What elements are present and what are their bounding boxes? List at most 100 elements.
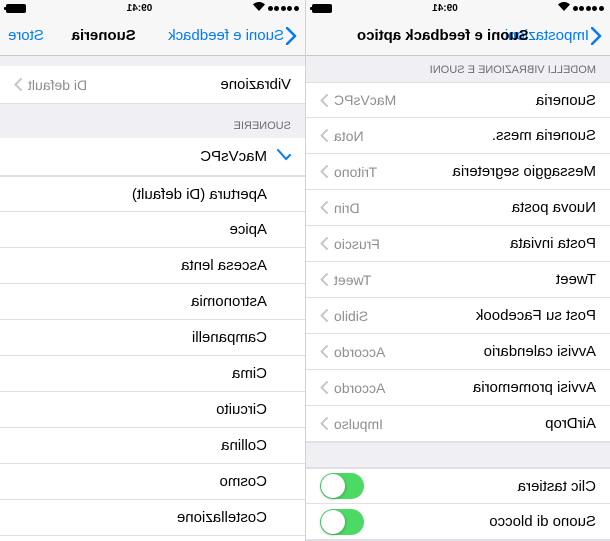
row-value: MacVsPC: [334, 92, 396, 108]
row-value: Accordo: [334, 380, 385, 396]
row-label: Campanelli: [14, 329, 267, 346]
row-label: Apice: [14, 221, 267, 238]
ringtone-row[interactable]: Campanelli: [0, 320, 305, 356]
chevron-right-icon: [320, 201, 328, 214]
row-label: Apertura (Di default): [14, 186, 267, 203]
ringtone-row[interactable]: Ascesa lenta: [0, 248, 305, 284]
row-label: MacVsPC: [14, 148, 267, 165]
page-title: Suoni e feedback aptico: [357, 27, 529, 44]
chevron-right-icon: [320, 381, 328, 394]
status-bar: 09:41: [0, 0, 305, 16]
store-button[interactable]: Store: [8, 27, 44, 44]
status-time: 09:41: [127, 3, 153, 14]
row-value: Sibilo: [334, 308, 368, 324]
nav-bar: Impostazioni Suoni e feedback aptico: [306, 16, 610, 56]
row-label: Ascesa lenta: [14, 257, 267, 274]
row-label: Cima: [14, 365, 267, 382]
toggle-row[interactable]: Clic tastiera: [306, 468, 610, 504]
section-spacer: [306, 442, 610, 468]
sound-setting-row[interactable]: Avvisi calendarioAccordo: [306, 334, 610, 370]
ringtone-row[interactable]: Cristalli: [0, 536, 305, 541]
cellular-signal-icon: [268, 6, 299, 11]
sound-setting-row[interactable]: Nuova postaDrin: [306, 190, 610, 226]
row-label: Collina: [14, 437, 267, 454]
sound-setting-row[interactable]: Avvisi promemoriaAccordo: [306, 370, 610, 406]
sounds-settings-pane: 09:41 Impostazioni Suoni e feedback apti…: [305, 0, 610, 541]
toggle-switch[interactable]: [320, 509, 364, 535]
row-label: Posta inviata: [380, 235, 596, 252]
row-label: Suoneria mess.: [364, 127, 596, 144]
row-value: Nota: [334, 128, 364, 144]
ringtone-row[interactable]: Apice: [0, 212, 305, 248]
status-time: 09:41: [432, 3, 458, 14]
row-value: Impulso: [334, 416, 383, 432]
chevron-left-icon: [286, 27, 297, 45]
sound-setting-row[interactable]: Posta inviataFruscio: [306, 226, 610, 262]
ringtone-row[interactable]: Apertura (Di default): [0, 176, 305, 212]
section-header-patterns: MODELLI VIBRAZIONE E SUONI: [306, 56, 610, 82]
chevron-right-icon: [320, 94, 328, 107]
row-value: Fruscio: [334, 236, 380, 252]
checkmark-icon: [277, 148, 291, 165]
row-value: Tritono: [334, 164, 377, 180]
sound-setting-row[interactable]: Suoneria mess.Nota: [306, 118, 610, 154]
section-header-ringtones: SUONERIE: [0, 104, 305, 138]
row-label: Suoneria: [396, 92, 596, 109]
row-value: Tweet: [334, 272, 371, 288]
row-label: Avvisi promemoria: [385, 379, 596, 396]
row-label: AirDrop: [383, 415, 596, 432]
ringtone-row[interactable]: Circuito: [0, 392, 305, 428]
row-label: Nuova posta: [360, 199, 596, 216]
row-label: Astronomia: [14, 293, 267, 310]
row-label: Post su Facebook: [368, 307, 596, 324]
row-label: Clic tastiera: [364, 478, 596, 495]
sound-setting-row[interactable]: TweetTweet: [306, 262, 610, 298]
ringtone-row[interactable]: Astronomia: [0, 284, 305, 320]
chevron-right-icon: [320, 129, 328, 142]
sound-setting-row[interactable]: Messaggio segreteriaTritono: [306, 154, 610, 190]
row-label: Tweet: [371, 271, 596, 288]
row-label: Messaggio segreteria: [377, 163, 596, 180]
ringtone-list[interactable]: Vibrazione Di default SUONERIE MacVsPC A…: [0, 56, 305, 541]
nav-bar: Suoni e feedback aptico Suoneria Store: [0, 16, 305, 56]
row-label: Costellazione: [14, 509, 267, 526]
wifi-icon: [558, 2, 570, 14]
ringtone-row[interactable]: Collina: [0, 428, 305, 464]
ringtone-row[interactable]: Cosmo: [0, 464, 305, 500]
row-label: Cosmo: [14, 473, 267, 490]
sound-setting-row[interactable]: SuoneriaMacVsPC: [306, 82, 610, 118]
row-label: Avvisi calendario: [385, 343, 596, 360]
chevron-right-icon: [320, 417, 328, 430]
chevron-right-icon: [320, 165, 328, 178]
chevron-right-icon: [320, 345, 328, 358]
vibration-row[interactable]: Vibrazione Di default: [0, 66, 305, 104]
ringtone-row-selected[interactable]: MacVsPC: [0, 138, 305, 176]
row-label: Circuito: [14, 401, 267, 418]
ringtone-row[interactable]: Costellazione: [0, 500, 305, 536]
ringtone-picker-pane: 09:41 Suoni e feedback aptico Suoneria S…: [0, 0, 305, 541]
toggle-row[interactable]: Suono di blocco: [306, 504, 610, 540]
row-value: Accordo: [334, 344, 385, 360]
settings-list[interactable]: MODELLI VIBRAZIONE E SUONI SuoneriaMacVs…: [306, 56, 610, 541]
sound-setting-row[interactable]: Post su FacebookSibilo: [306, 298, 610, 334]
back-button[interactable]: Suoni e feedback aptico: [164, 27, 297, 45]
row-value: Drin: [334, 200, 360, 216]
battery-icon: [6, 4, 26, 13]
page-title: Suoneria: [72, 27, 136, 44]
row-label: Suono di blocco: [364, 513, 596, 530]
chevron-right-icon: [14, 78, 22, 91]
ringtone-row[interactable]: Cima: [0, 356, 305, 392]
back-label: Suoni e feedback aptico: [164, 27, 284, 44]
status-bar: 09:41: [306, 0, 610, 16]
toggle-switch[interactable]: [320, 473, 364, 499]
chevron-right-icon: [320, 273, 328, 286]
row-label: Vibrazione: [87, 76, 291, 93]
chevron-left-icon: [591, 27, 602, 45]
cellular-signal-icon: [573, 6, 604, 11]
wifi-icon: [253, 2, 265, 14]
chevron-right-icon: [320, 237, 328, 250]
row-value: Di default: [28, 77, 87, 93]
battery-icon: [312, 4, 332, 13]
sound-setting-row[interactable]: AirDropImpulso: [306, 406, 610, 442]
chevron-right-icon: [320, 309, 328, 322]
